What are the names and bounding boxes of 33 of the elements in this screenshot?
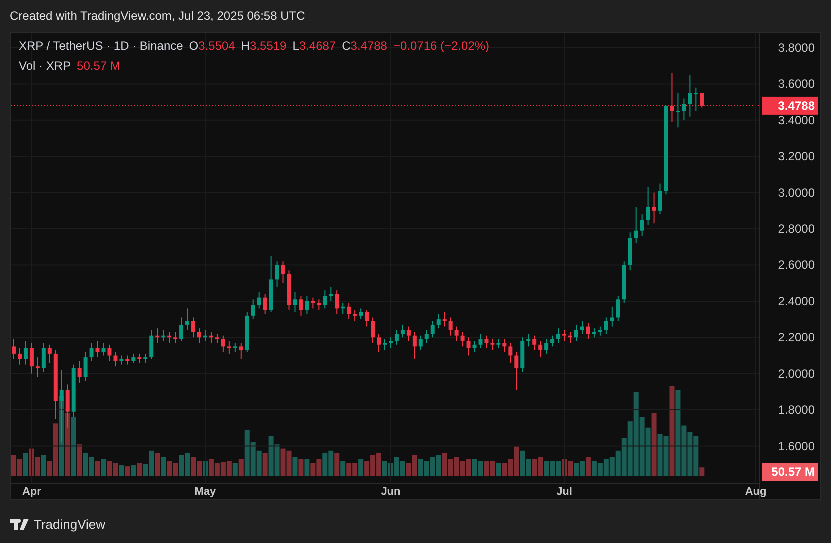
price-change: −0.0716 (−2.02%) bbox=[393, 38, 490, 55]
price-axis-label: 3.0000 bbox=[778, 186, 815, 200]
volume-label: Vol · XRP bbox=[19, 58, 72, 75]
price-axis-label: 2.6000 bbox=[778, 258, 815, 272]
time-axis-label: Jul bbox=[556, 486, 572, 498]
ohlc-value: 3.5519 bbox=[250, 38, 287, 55]
price-axis-label: 2.0000 bbox=[778, 366, 815, 381]
header-text: Created with TradingView.com, Jul 23, 2025 06:58 UTC bbox=[9, 8, 306, 25]
time-axis-label: Apr bbox=[22, 486, 42, 498]
symbol-title: XRP / TetherUS · 1D · Binance bbox=[19, 38, 184, 55]
price-axis-label: 3.4000 bbox=[778, 113, 815, 128]
ohlc-label: C bbox=[342, 38, 351, 55]
ohlc-label: L bbox=[292, 38, 300, 55]
ohlc-label: O bbox=[189, 38, 199, 55]
price-axis-label: 2.2000 bbox=[778, 330, 815, 345]
price-axis-label: 2.8000 bbox=[778, 222, 815, 236]
price-axis-label: 3.8000 bbox=[778, 41, 815, 56]
last-price-badge: 3.4788 bbox=[762, 96, 818, 115]
volume-value: 50.57 M bbox=[77, 58, 120, 75]
price-axis-label: 1.8000 bbox=[778, 403, 815, 418]
price-axis-label: 1.6000 bbox=[778, 439, 815, 454]
time-axis-label: Jun bbox=[381, 486, 401, 498]
volume-badge: 50.57 M bbox=[762, 463, 818, 481]
ohlc-value: 3.4687 bbox=[299, 38, 336, 55]
time-axis-label: Aug bbox=[745, 486, 767, 498]
price-axis-label: 2.4000 bbox=[778, 294, 815, 308]
price-axis-label: 3.2000 bbox=[778, 150, 815, 164]
ohlc-value: 3.5504 bbox=[198, 38, 236, 55]
price-axis-label: 3.6000 bbox=[778, 77, 815, 92]
brand-name: TradingView bbox=[34, 516, 106, 534]
ohlc-value: 3.4788 bbox=[350, 38, 388, 55]
time-axis-label: May bbox=[194, 486, 216, 498]
ohlc-label: H bbox=[241, 38, 250, 55]
